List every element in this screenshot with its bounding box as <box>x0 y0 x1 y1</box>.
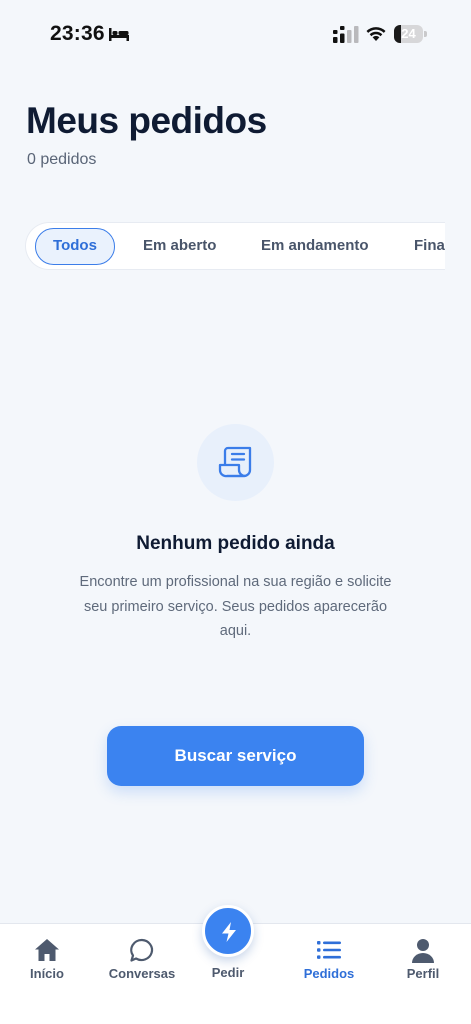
list-icon <box>317 941 341 959</box>
nav-item-inicio[interactable]: Início <box>14 924 80 994</box>
nav-label-perfil: Perfil <box>406 966 440 981</box>
chat-icon <box>130 938 154 962</box>
tab-todos[interactable]: Todos <box>35 228 115 265</box>
tab-em-andamento[interactable]: Em andamento <box>261 223 369 269</box>
nav-item-conversas[interactable]: Conversas <box>102 924 182 994</box>
user-icon <box>412 939 434 963</box>
empty-state-title: Nenhum pedido ainda <box>136 533 335 554</box>
filter-tabs: Todos Em aberto Em andamento Fina <box>25 222 445 270</box>
status-time: 23:36 <box>50 22 105 45</box>
nav-item-pedidos[interactable]: Pedidos <box>296 924 362 994</box>
tab-em-aberto[interactable]: Em aberto <box>143 223 216 269</box>
bed-icon <box>109 28 129 41</box>
empty-state-icon-container <box>197 424 274 501</box>
nav-label-pedir: Pedir <box>211 965 245 980</box>
battery-level: 24 <box>401 26 416 41</box>
nav-label-inicio: Início <box>30 966 64 981</box>
nav-label-conversas: Conversas <box>108 966 176 981</box>
bolt-icon <box>222 922 236 942</box>
orders-count: 0 pedidos <box>27 151 97 168</box>
signal-icon <box>333 26 359 43</box>
tab-finalizados[interactable]: Fina <box>414 223 445 269</box>
page-title: Meus pedidos <box>26 100 267 141</box>
battery-indicator: 24 <box>394 25 427 43</box>
wifi-icon <box>366 27 386 41</box>
status-bar: 23:36 24 <box>0 0 471 70</box>
request-fab-button[interactable] <box>202 905 254 957</box>
nav-item-perfil[interactable]: Perfil <box>390 924 456 994</box>
receipt-icon <box>218 446 252 478</box>
home-icon <box>35 939 59 961</box>
empty-state-description: Encontre um profissional na sua região e… <box>79 574 392 639</box>
search-service-button[interactable]: Buscar serviço <box>107 726 364 786</box>
nav-label-pedidos: Pedidos <box>303 966 355 981</box>
